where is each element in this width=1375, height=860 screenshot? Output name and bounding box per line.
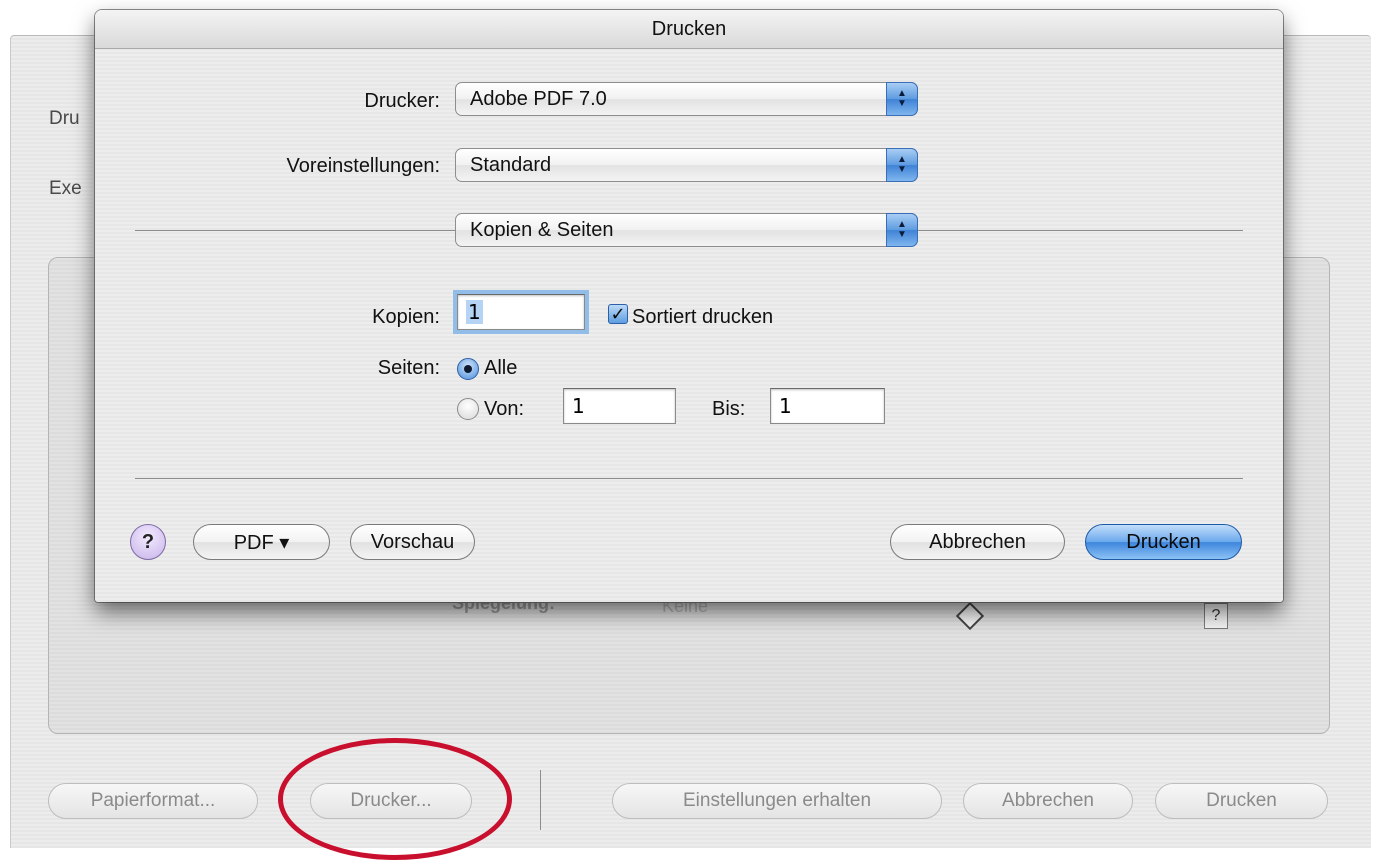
print-dialog: Drucken Drucker: Adobe PDF 7.0 ▲ ▼ Vorein… — [95, 10, 1283, 602]
bg-help-icon[interactable]: ? — [1204, 603, 1228, 629]
checkmark-icon: ✓ — [610, 303, 626, 324]
bg-abbrechen-button[interactable]: Abbrechen — [963, 783, 1133, 819]
highlight-circle — [278, 738, 512, 860]
presets-label: Voreinstellungen: — [286, 155, 440, 177]
popup-arrows-icon: ▲ ▼ — [886, 213, 918, 247]
printer-popup-value: Adobe PDF 7.0 — [470, 87, 607, 110]
panel-separator-right — [918, 230, 1243, 231]
pages-to-label: Bis: — [712, 398, 746, 420]
bg-drucken-button[interactable]: Drucken — [1155, 783, 1328, 819]
panel-popup-value: Kopien & Seiten — [470, 218, 614, 241]
print-button[interactable]: Drucken — [1085, 524, 1242, 560]
cancel-button[interactable]: Abbrechen — [890, 524, 1065, 560]
copies-label: Kopien: — [372, 306, 440, 328]
panel-popup[interactable]: Kopien & Seiten ▲ ▼ — [455, 213, 918, 247]
pages-to-value: 1 — [779, 394, 792, 418]
einstellungen-erhalten-button[interactable]: Einstellungen erhalten — [612, 783, 942, 819]
presets-popup[interactable]: Standard ▲ ▼ — [455, 148, 918, 182]
pages-label: Seiten: — [377, 357, 440, 379]
pages-from-input[interactable]: 1 — [563, 388, 676, 424]
pages-to-input[interactable]: 1 — [770, 388, 885, 424]
help-button[interactable]: ? — [130, 524, 166, 560]
popup-arrows-icon: ▲ ▼ — [886, 82, 918, 116]
preview-button[interactable]: Vorschau — [350, 524, 475, 560]
dialog-title: Drucken — [95, 10, 1283, 49]
printer-label: Drucker: — [364, 90, 440, 112]
presets-popup-value: Standard — [470, 153, 552, 176]
panel-separator-left — [135, 230, 455, 231]
copies-input[interactable]: 1 — [457, 294, 585, 330]
copies-input-value: 1 — [466, 300, 483, 324]
pdf-menu-button[interactable]: PDF ▾ — [193, 524, 330, 560]
printer-popup[interactable]: Adobe PDF 7.0 ▲ ▼ — [455, 82, 918, 116]
collate-label[interactable]: Sortiert drucken — [632, 306, 773, 329]
bg-exemplare-label: Exe — [49, 178, 82, 199]
pages-from-label[interactable]: Von: — [484, 398, 524, 421]
pages-range-radio[interactable] — [457, 398, 479, 420]
bg-button-separator — [540, 770, 541, 830]
pages-all-radio[interactable] — [457, 358, 479, 380]
footer-separator — [135, 478, 1243, 479]
collate-checkbox[interactable]: ✓ — [608, 304, 628, 324]
pages-all-label[interactable]: Alle — [484, 357, 517, 380]
pages-from-value: 1 — [572, 394, 585, 418]
papierformat-button[interactable]: Papierformat... — [48, 783, 258, 819]
bg-drucker-label: Dru — [49, 108, 80, 129]
popup-arrows-icon: ▲ ▼ — [886, 148, 918, 182]
